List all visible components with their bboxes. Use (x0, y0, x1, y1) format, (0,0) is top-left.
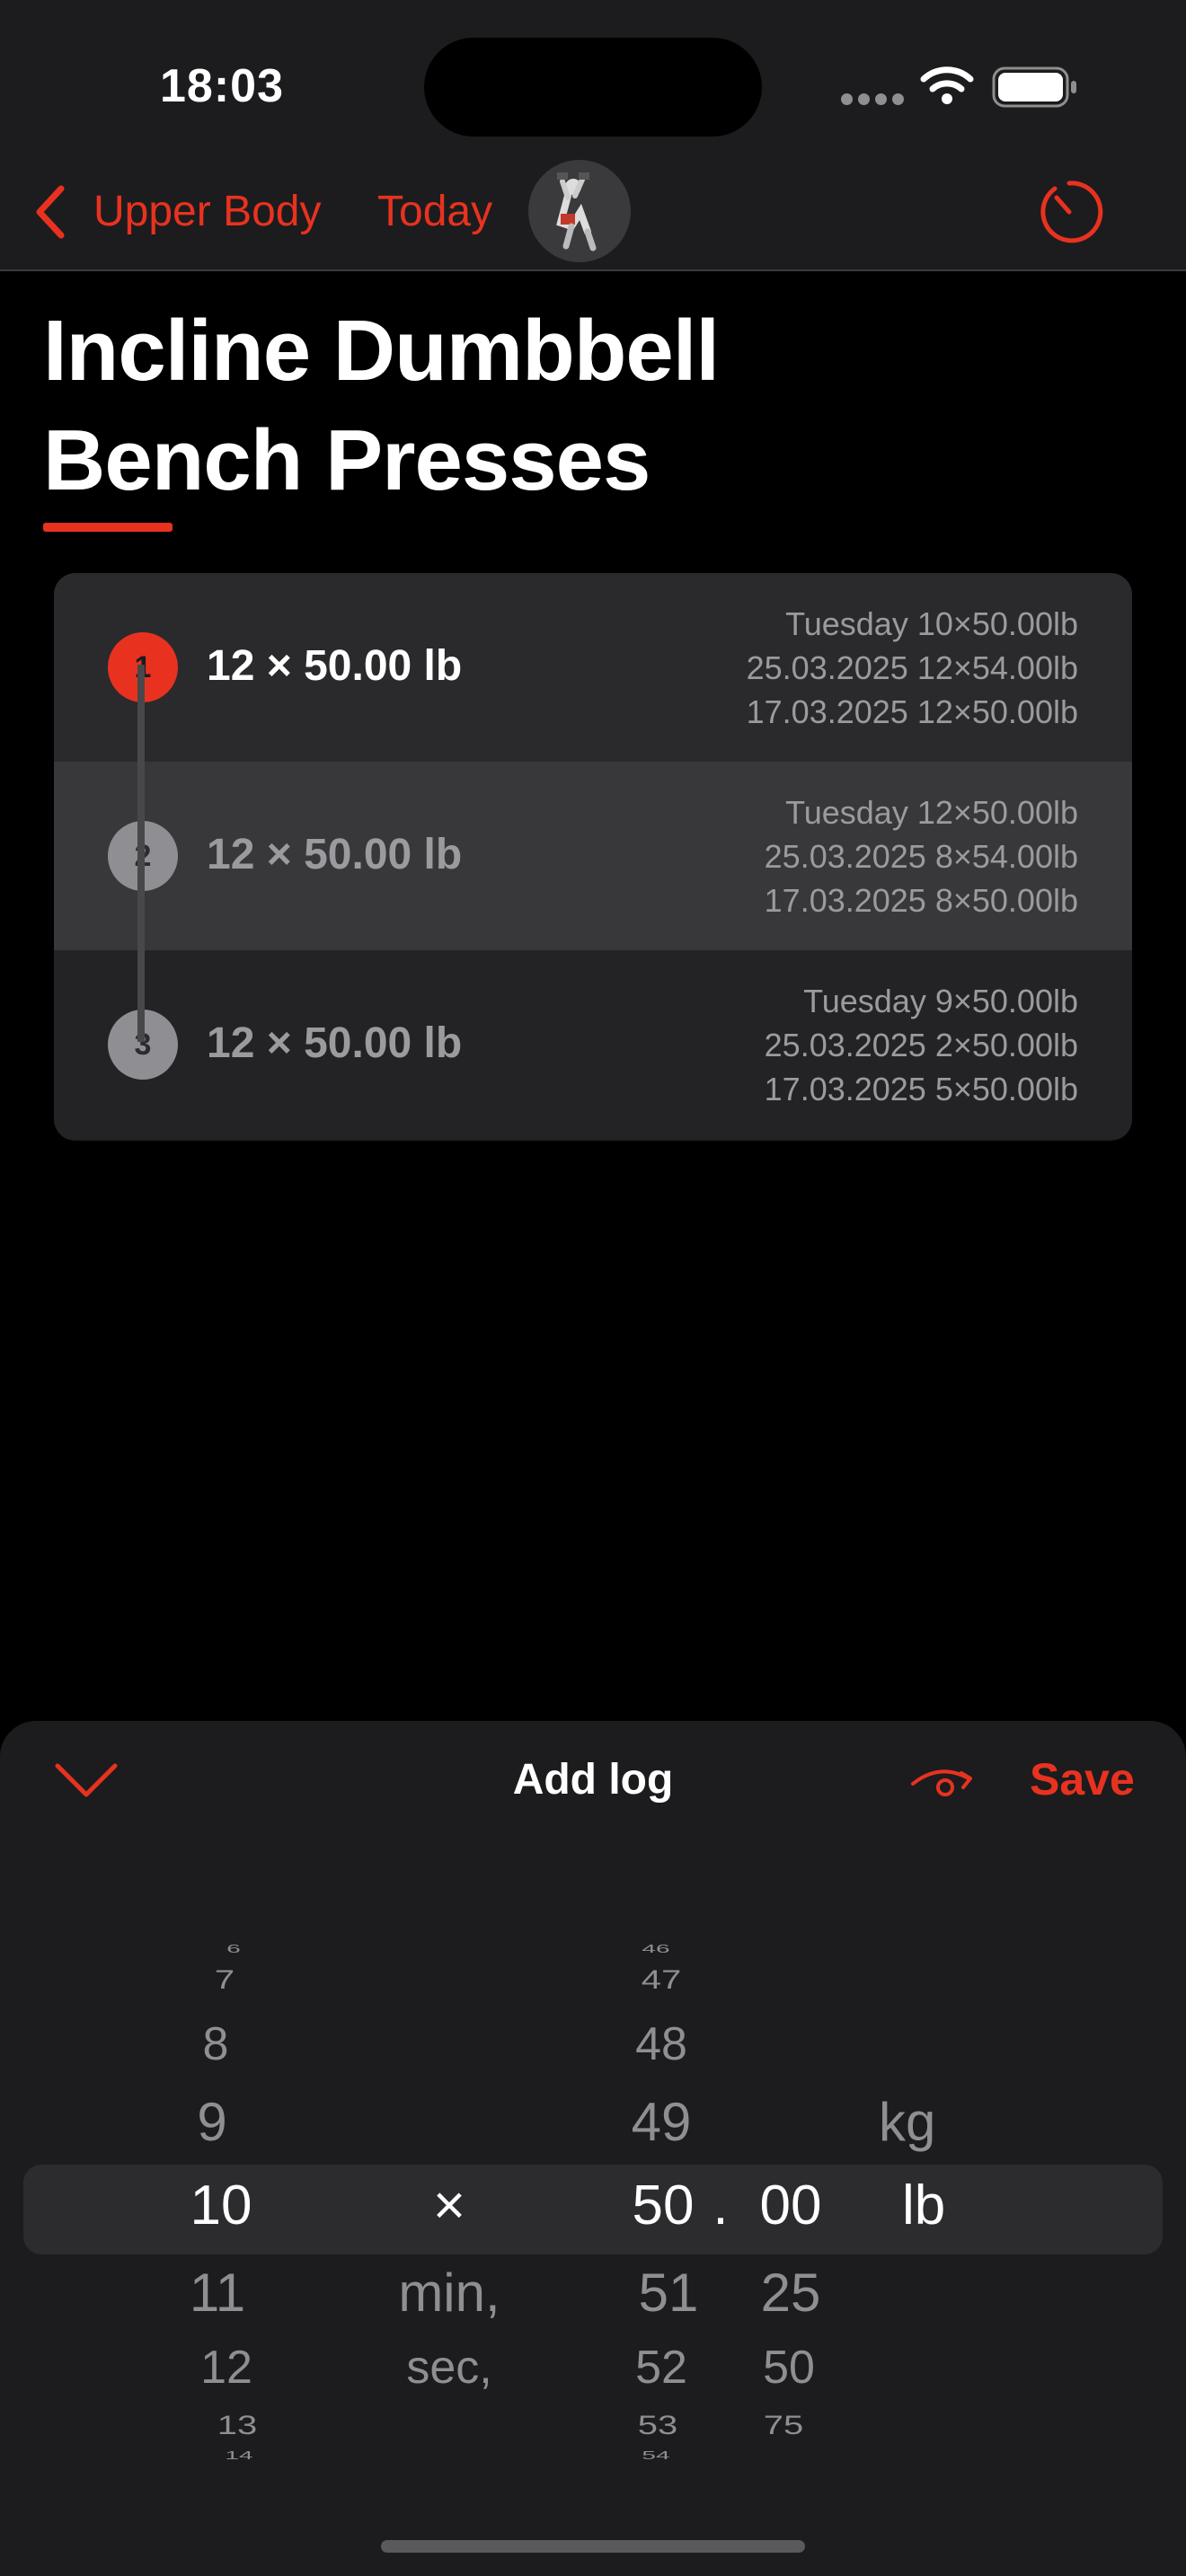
history-entry: Tuesday 12×50.00lb (785, 794, 1078, 831)
battery-icon (992, 66, 1076, 108)
picker-selected-value: 10 (190, 2175, 252, 2236)
picker-selected-value: 00 (759, 2175, 822, 2236)
picker-value: min, (398, 2263, 500, 2323)
log-picker[interactable]: 6 7 8 9 10 11 12 13 14 × min, sec, 46 47… (0, 1913, 1186, 2488)
set-row[interactable]: 1 12 × 50.00 lb Tuesday 10×50.00lb 25.03… (54, 573, 1132, 762)
history-entry: Tuesday 10×50.00lb (785, 605, 1078, 642)
title-line-2: Bench Presses (43, 412, 651, 508)
picker-value: kg (879, 2092, 936, 2152)
today-button[interactable]: Today (377, 187, 492, 236)
picker-value: 52 (635, 2342, 687, 2394)
picker-selected-value: × (432, 2175, 466, 2236)
home-indicator[interactable] (381, 2540, 805, 2553)
picker-value: 6 (226, 1942, 241, 1955)
history-entry: 17.03.2025 5×50.00lb (764, 1071, 1078, 1107)
sets-card: 1 12 × 50.00 lb Tuesday 10×50.00lb 25.03… (54, 573, 1132, 1141)
set-connector-line (137, 665, 145, 1042)
picker-value: 13 (217, 2410, 258, 2440)
picker-value: 7 (214, 1964, 235, 1995)
sheet-title: Add log (512, 1756, 674, 1804)
decimal-point: . (712, 2175, 729, 2236)
picker-value: sec, (406, 2342, 492, 2394)
set-summary: 12 × 50.00 lb (207, 1019, 463, 1067)
chevron-left-icon[interactable] (32, 185, 68, 239)
cellular-signal-icon (841, 93, 909, 110)
picker-value: 51 (638, 2263, 699, 2323)
history-entry: 17.03.2025 12×50.00lb (746, 693, 1078, 730)
picker-selected-value: 50 (632, 2175, 695, 2236)
title-line-1: Incline Dumbbell (43, 303, 720, 399)
exercise-thumbnail[interactable] (528, 160, 631, 262)
set-history: Tuesday 9×50.00lb 25.03.2025 2×50.00lb 1… (765, 979, 1078, 1111)
set-row[interactable]: 3 12 × 50.00 lb Tuesday 9×50.00lb 25.03.… (54, 950, 1132, 1139)
picker-value: 11 (189, 2263, 246, 2323)
picker-value: 75 (763, 2410, 804, 2440)
set-history: Tuesday 12×50.00lb 25.03.2025 8×54.00lb … (765, 790, 1078, 922)
picker-value: 54 (642, 2448, 670, 2462)
status-time: 18:03 (160, 60, 284, 112)
history-entry: 25.03.2025 12×54.00lb (746, 649, 1078, 686)
history-entry: 17.03.2025 8×50.00lb (764, 882, 1078, 919)
picker-value: 53 (637, 2410, 678, 2440)
title-underline (43, 523, 173, 532)
back-button[interactable]: Upper Body (93, 187, 321, 236)
save-button[interactable]: Save (1030, 1753, 1135, 1805)
picker-value: 25 (760, 2263, 821, 2323)
exercise-figure-icon (556, 172, 597, 251)
history-entry: 25.03.2025 8×54.00lb (764, 838, 1078, 875)
picker-value: 50 (763, 2342, 815, 2394)
page-title: Incline Dumbbell Bench Presses (43, 296, 1121, 516)
set-summary: 12 × 50.00 lb (207, 642, 463, 690)
rotation-icon[interactable] (909, 1762, 981, 1802)
history-entry: 25.03.2025 2×50.00lb (764, 1027, 1078, 1063)
picker-value: 12 (200, 2342, 252, 2394)
picker-value: 46 (642, 1942, 670, 1955)
set-summary: 12 × 50.00 lb (207, 831, 463, 878)
history-entry: Tuesday 9×50.00lb (803, 983, 1078, 1019)
set-history: Tuesday 10×50.00lb 25.03.2025 12×54.00lb… (747, 602, 1078, 734)
wifi-icon (920, 66, 974, 104)
set-row[interactable]: 2 12 × 50.00 lb Tuesday 12×50.00lb 25.03… (54, 762, 1132, 950)
picker-value: 8 (202, 2018, 229, 2070)
picker-value: 49 (631, 2092, 692, 2152)
picker-value: 9 (197, 2092, 227, 2152)
picker-value: 48 (635, 2018, 687, 2070)
picker-value: 14 (225, 2448, 253, 2462)
picker-selected-value: lb (902, 2175, 946, 2236)
timer-icon[interactable] (1035, 178, 1103, 246)
picker-value: 47 (641, 1964, 682, 1995)
dynamic-island (424, 38, 762, 137)
